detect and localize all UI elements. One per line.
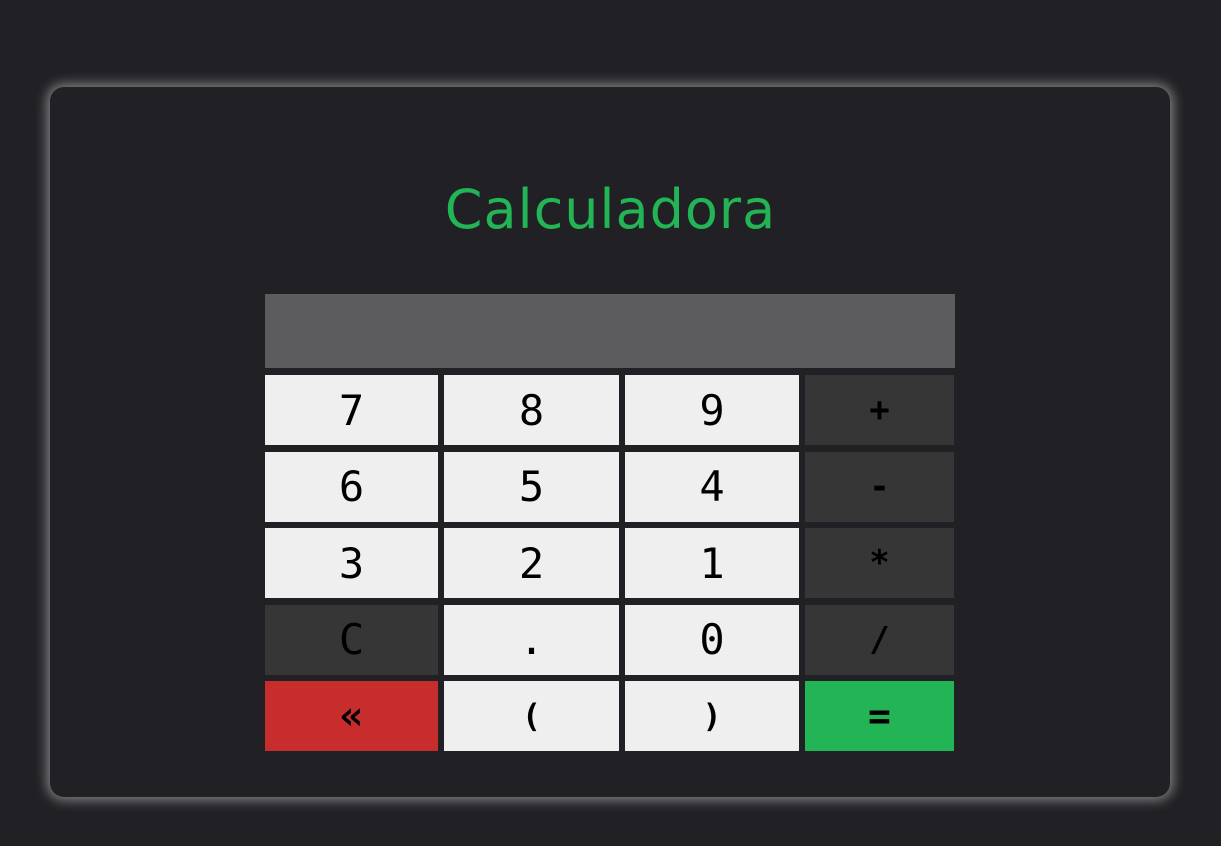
key-multiply[interactable]: * — [805, 528, 954, 598]
calculator-display[interactable] — [265, 294, 955, 368]
key-clear[interactable]: C — [265, 604, 438, 675]
page-title: Calculadora — [444, 178, 777, 241]
key-9[interactable]: 9 — [625, 375, 799, 445]
key-3[interactable]: 3 — [265, 528, 438, 598]
key-5[interactable]: 5 — [444, 451, 619, 522]
key-decimal[interactable]: . — [444, 604, 619, 675]
key-2[interactable]: 2 — [444, 528, 619, 598]
key-4[interactable]: 4 — [625, 451, 799, 522]
key-7[interactable]: 7 — [265, 375, 438, 445]
key-6[interactable]: 6 — [265, 451, 438, 522]
key-0[interactable]: 0 — [625, 604, 799, 675]
key-8[interactable]: 8 — [444, 375, 619, 445]
key-divide[interactable]: / — [805, 604, 954, 675]
key-open-paren[interactable]: ( — [444, 681, 619, 751]
key-equals[interactable]: = — [805, 681, 954, 751]
key-plus[interactable]: + — [805, 375, 954, 445]
key-backspace[interactable]: « — [265, 681, 438, 751]
key-1[interactable]: 1 — [625, 528, 799, 598]
key-close-paren[interactable]: ) — [625, 681, 799, 751]
key-minus[interactable]: - — [805, 451, 954, 522]
keypad: 7 8 9 + 6 5 4 - 3 2 1 * C . 0 / « ( ) = — [265, 375, 955, 751]
